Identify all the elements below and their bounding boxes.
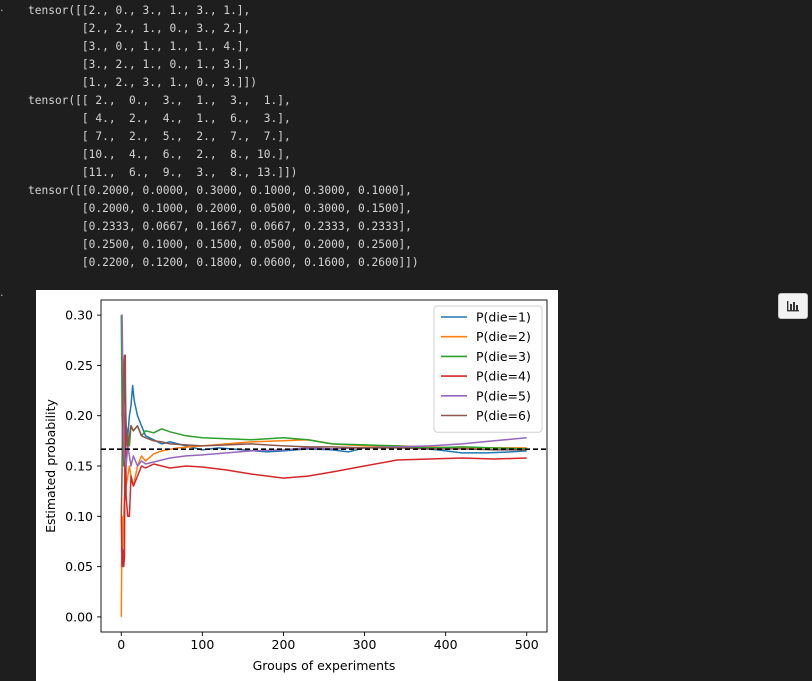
plot-cell-marker: · bbox=[0, 289, 4, 302]
y-tick-label: 0.20 bbox=[65, 408, 93, 423]
tensor-output-text: tensor([[2., 0., 3., 1., 3., 1.], [2., 2… bbox=[28, 4, 419, 269]
x-tick-label: 100 bbox=[190, 637, 214, 652]
legend-label: P(die=2) bbox=[476, 329, 531, 344]
line-chart: 0 100 200 300 400 500 0.00 0.05 0.10 0.15 0.20 0.25… bbox=[43, 299, 548, 673]
x-tick-label: 500 bbox=[515, 637, 539, 652]
legend-label: P(die=5) bbox=[476, 388, 531, 403]
y-tick-label: 0.25 bbox=[65, 358, 93, 373]
y-tick-label: 0.10 bbox=[65, 509, 93, 524]
plot-output: 0 100 200 300 400 500 0.00 0.05 0.10 0.15 0.20 0.25… bbox=[36, 290, 558, 681]
output-cell-marker: · bbox=[0, 4, 4, 17]
x-tick-label: 300 bbox=[353, 637, 377, 652]
x-tick-label: 400 bbox=[434, 637, 458, 652]
legend-label: P(die=1) bbox=[476, 310, 531, 325]
x-axis-label: Groups of experiments bbox=[253, 658, 396, 673]
y-tick-label: 0.05 bbox=[65, 559, 93, 574]
bar-chart-icon bbox=[787, 301, 799, 312]
y-tick-label: 0.15 bbox=[65, 459, 93, 474]
x-tick-label: 200 bbox=[272, 637, 296, 652]
y-tick-label: 0.00 bbox=[65, 609, 93, 624]
y-tick-label: 0.30 bbox=[65, 308, 93, 323]
legend-label: P(die=3) bbox=[476, 349, 531, 364]
legend-label: P(die=6) bbox=[476, 408, 531, 423]
x-tick-label: 0 bbox=[117, 637, 125, 652]
chart-view-button[interactable] bbox=[778, 293, 808, 319]
y-axis-label: Estimated probability bbox=[43, 398, 58, 532]
legend-label: P(die=4) bbox=[476, 369, 531, 384]
